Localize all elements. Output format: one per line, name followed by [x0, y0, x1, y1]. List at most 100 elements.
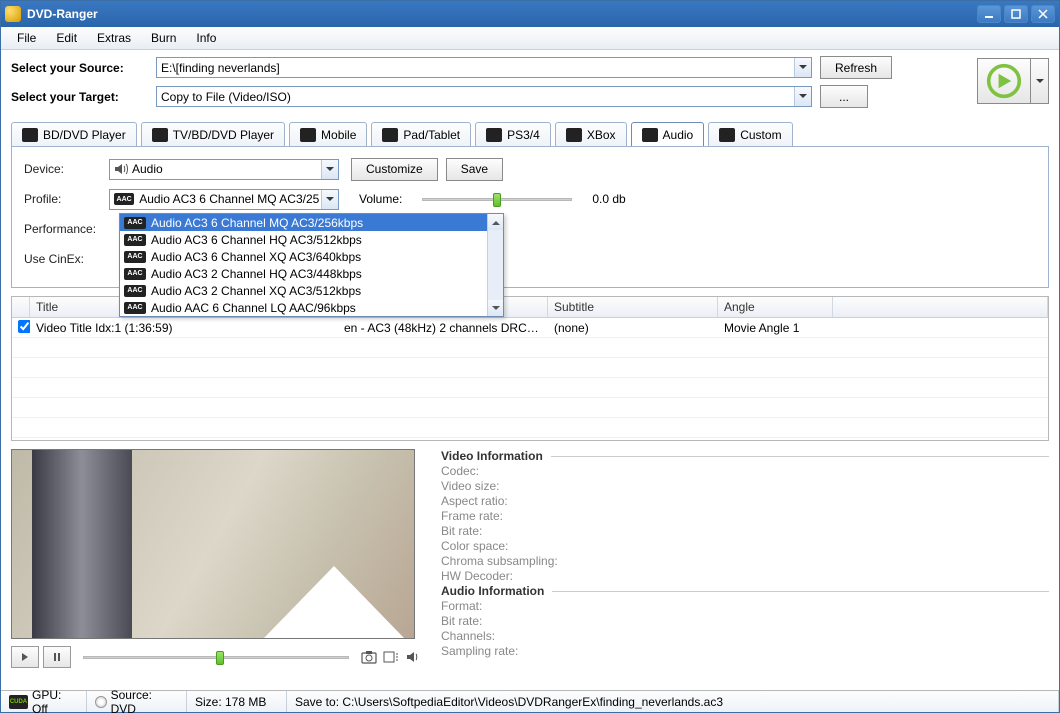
abitrate-label: Bit rate:: [441, 614, 1049, 628]
seek-slider[interactable]: [83, 649, 349, 665]
profile-label: Profile:: [24, 192, 109, 206]
col-spacer: [833, 297, 1048, 317]
profile-option[interactable]: AACAudio AC3 6 Channel XQ AC3/640kbps: [120, 248, 503, 265]
profile-combo[interactable]: AAC Audio AC3 6 Channel MQ AC3/256kbps: [109, 189, 339, 210]
table-row[interactable]: Video Title Idx:1 (1:36:59) en - AC3 (48…: [12, 318, 1048, 338]
chevron-down-icon[interactable]: [321, 190, 338, 209]
menu-edit[interactable]: Edit: [46, 28, 87, 48]
window-title: DVD-Ranger: [27, 7, 974, 21]
device-icon: [300, 128, 316, 142]
refresh-button[interactable]: Refresh: [820, 56, 892, 79]
colorspace-label: Color space:: [441, 539, 1049, 553]
aac-badge-icon: AAC: [124, 285, 146, 297]
device-label: Device:: [24, 162, 109, 176]
col-subtitle[interactable]: Subtitle: [548, 297, 718, 317]
slider-thumb[interactable]: [216, 651, 224, 665]
bitrate-label: Bit rate:: [441, 524, 1049, 538]
preview-area: [11, 449, 423, 690]
snapshot-icon[interactable]: [359, 648, 379, 666]
status-bar: CUDA GPU: Off Source: DVD Size: 178 MB Sa…: [1, 690, 1059, 712]
chevron-down-icon[interactable]: [794, 87, 811, 106]
tab-pad-tablet[interactable]: Pad/Tablet: [371, 122, 471, 146]
row-title: Video Title Idx:1 (1:36:59): [30, 321, 338, 335]
pause-button[interactable]: [43, 646, 71, 668]
disc-icon: [95, 696, 107, 708]
chapters-icon[interactable]: [381, 648, 401, 666]
performance-label: Performance:: [24, 222, 109, 236]
browse-button[interactable]: ...: [820, 85, 868, 108]
cinex-label: Use CinEx:: [24, 252, 109, 266]
aac-badge-icon: AAC: [124, 217, 146, 229]
tab-tv-bd-dvd-player[interactable]: TV/BD/DVD Player: [141, 122, 285, 146]
play-button[interactable]: [11, 646, 39, 668]
target-combo[interactable]: Copy to File (Video/ISO): [156, 86, 812, 107]
scroll-up-icon[interactable]: [488, 214, 503, 230]
profile-dropdown-list[interactable]: AACAudio AC3 6 Channel MQ AC3/256kbps AA…: [119, 213, 504, 317]
device-combo[interactable]: Audio: [109, 159, 339, 180]
close-button[interactable]: [1031, 5, 1055, 23]
tab-audio[interactable]: Audio: [631, 122, 705, 146]
scrollbar[interactable]: [487, 214, 503, 316]
start-dropdown[interactable]: [1031, 58, 1049, 104]
tab-bd-dvd-player[interactable]: BD/DVD Player: [11, 122, 137, 146]
volume-label: Volume:: [359, 192, 402, 206]
device-tabs: BD/DVD Player TV/BD/DVD Player Mobile Pa…: [1, 118, 1059, 146]
target-label: Select your Target:: [11, 90, 156, 104]
save-button[interactable]: Save: [446, 158, 503, 181]
gpu-status: GPU: Off: [32, 688, 78, 713]
codec-label: Codec:: [441, 464, 1049, 478]
volume-slider[interactable]: [422, 191, 572, 207]
source-status: Source: DVD: [111, 688, 178, 713]
device-icon: [642, 128, 658, 142]
chroma-label: Chroma subsampling:: [441, 554, 1049, 568]
profile-option[interactable]: AACAudio AC3 2 Channel XQ AC3/512kbps: [120, 282, 503, 299]
profile-value: Audio AC3 6 Channel MQ AC3/256kbps: [139, 192, 334, 206]
cuda-icon: CUDA: [9, 695, 28, 709]
row-checkbox[interactable]: [18, 320, 30, 333]
menu-burn[interactable]: Burn: [141, 28, 186, 48]
menubar: File Edit Extras Burn Info: [1, 27, 1059, 50]
profile-option[interactable]: AACAudio AAC 6 Channel LQ AAC/96kbps: [120, 299, 503, 316]
aac-badge-icon: AAC: [124, 234, 146, 246]
menu-extras[interactable]: Extras: [87, 28, 141, 48]
col-angle[interactable]: Angle: [718, 297, 833, 317]
customize-button[interactable]: Customize: [351, 158, 438, 181]
profile-option[interactable]: AACAudio AC3 6 Channel HQ AC3/512kbps: [120, 231, 503, 248]
device-icon: [382, 128, 398, 142]
slider-thumb[interactable]: [493, 193, 501, 207]
chevron-down-icon[interactable]: [321, 160, 338, 179]
srate-label: Sampling rate:: [441, 644, 1049, 658]
size-status: Size: 178 MB: [195, 695, 266, 709]
profile-option[interactable]: AACAudio AC3 6 Channel MQ AC3/256kbps: [120, 214, 503, 231]
minimize-button[interactable]: [977, 5, 1001, 23]
source-combo[interactable]: E:\[finding neverlands]: [156, 57, 812, 78]
speaker-icon: [114, 162, 128, 176]
profile-option[interactable]: AACAudio AC3 2 Channel HQ AC3/448kbps: [120, 265, 503, 282]
tab-custom[interactable]: Custom: [708, 122, 792, 146]
device-icon: [22, 128, 38, 142]
save-path-status: Save to: C:\Users\SoftpediaEditor\Videos…: [295, 695, 723, 709]
titlebar: DVD-Ranger: [1, 1, 1059, 27]
device-icon: [566, 128, 582, 142]
aac-badge-icon: AAC: [124, 251, 146, 263]
volume-value: 0.0 db: [592, 192, 625, 206]
video-preview[interactable]: [11, 449, 415, 639]
maximize-button[interactable]: [1004, 5, 1028, 23]
menu-file[interactable]: File: [7, 28, 46, 48]
start-button[interactable]: [977, 58, 1031, 104]
source-value: E:\[finding neverlands]: [161, 61, 280, 75]
menu-info[interactable]: Info: [186, 28, 226, 48]
hwdec-label: HW Decoder:: [441, 569, 1049, 583]
aac-badge-icon: AAC: [124, 268, 146, 280]
col-check[interactable]: [12, 297, 30, 317]
chevron-down-icon[interactable]: [794, 58, 811, 77]
audio-icon[interactable]: [403, 648, 423, 666]
tab-ps34[interactable]: PS3/4: [475, 122, 551, 146]
tab-xbox[interactable]: XBox: [555, 122, 627, 146]
device-value: Audio: [132, 162, 163, 176]
aac-badge-icon: AAC: [124, 302, 146, 314]
tab-mobile[interactable]: Mobile: [289, 122, 367, 146]
scroll-down-icon[interactable]: [488, 300, 503, 316]
audio-info-header: Audio Information: [441, 584, 1049, 598]
row-language: en - AC3 (48kHz) 2 channels DRC (title .…: [338, 321, 548, 335]
